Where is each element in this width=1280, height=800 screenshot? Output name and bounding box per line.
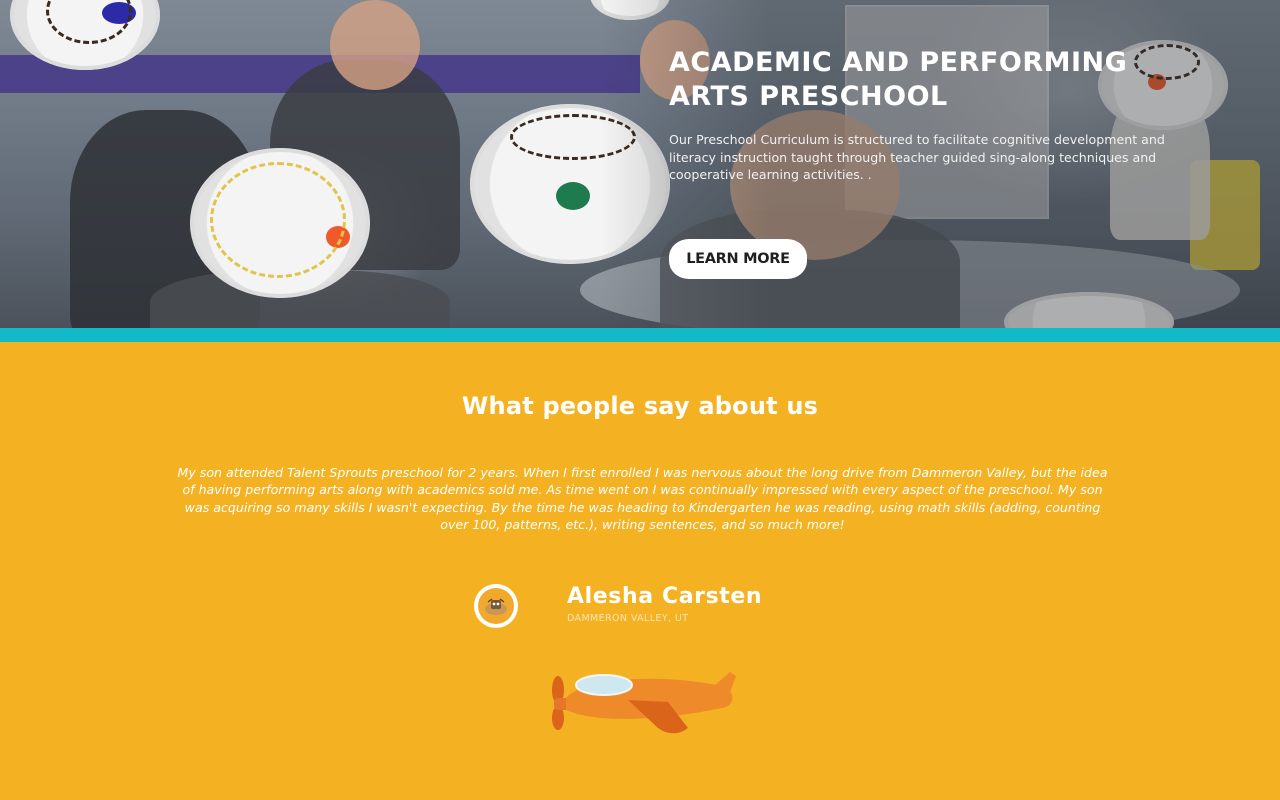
airplane-icon: [552, 672, 736, 734]
author-location: DAMMERON VALLEY, UT: [567, 613, 689, 624]
avatar-illustration-icon: [485, 598, 507, 615]
section-heading: What people say about us: [461, 392, 819, 420]
avatar: [474, 584, 518, 628]
testimonial-author: Alesha Carsten DAMMERON VALLEY, UT: [474, 582, 894, 634]
learn-more-button[interactable]: LEARN MORE: [669, 239, 807, 279]
author-name: Alesha Carsten: [567, 584, 763, 609]
testimonial-quote: My son attended Talent Sprouts preschool…: [177, 465, 1108, 533]
hero-title: ACADEMIC AND PERFORMING ARTS PRESCHOOL: [669, 47, 1128, 112]
hero-description: Our Preschool Curriculum is structured t…: [669, 132, 1165, 182]
accent-divider: [0, 328, 1280, 342]
hero-banner: ACADEMIC AND PERFORMING ARTS PRESCHOOL O…: [0, 0, 1280, 328]
hero-text: ACADEMIC AND PERFORMING ARTS PRESCHOOL O…: [669, 46, 1209, 184]
